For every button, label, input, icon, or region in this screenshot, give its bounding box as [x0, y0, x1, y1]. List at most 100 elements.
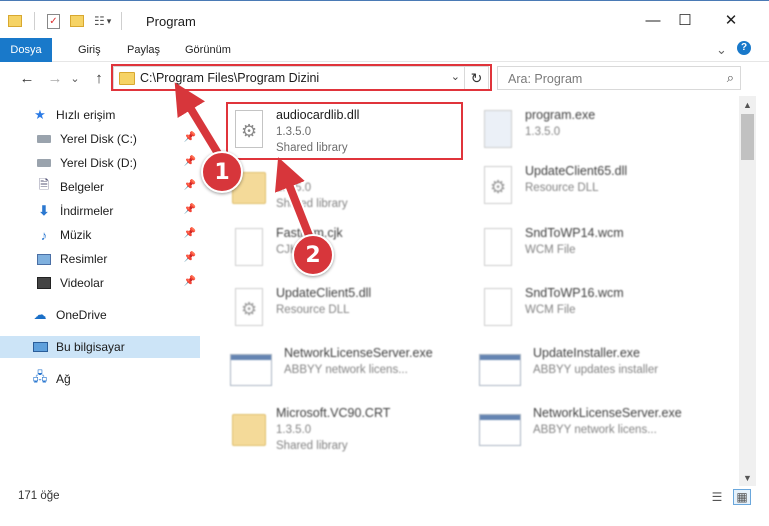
file-item-networklicenseserver[interactable]: NetworkLicenseServer.exe ABBYY network l…: [228, 342, 468, 398]
file-name: UpdateInstaller.exe: [533, 346, 641, 360]
pin-icon: 📌: [183, 276, 196, 287]
network-icon: 🖧: [32, 369, 48, 384]
file-name: UpdateClient5.dll: [276, 286, 372, 300]
up-button[interactable]: ↑: [88, 68, 110, 88]
scroll-up-icon[interactable]: ▲: [739, 96, 756, 113]
file-item-sndtowp16[interactable]: SndToWP16.wcm WCM File: [477, 282, 717, 338]
app-icon: [230, 346, 272, 392]
search-icon[interactable]: ⌕: [727, 70, 734, 86]
sidebar-item-label: Hızlı erişim: [56, 108, 116, 122]
callout-badge-1: 1: [201, 151, 243, 193]
chevron-down-icon[interactable]: ▾: [107, 16, 112, 27]
file-item-updateclient65[interactable]: UpdateClient65.dll Resource DLL: [477, 160, 717, 216]
file-highlight: [226, 102, 463, 160]
file-name: NetworkLicenseServer.exe: [533, 406, 682, 420]
file-name: SndToWP14.wcm: [525, 226, 624, 240]
file-version: 1.3.5.0: [525, 126, 561, 138]
sidebar-item-local-disk-c[interactable]: Yerel Disk (C:) 📌: [0, 128, 200, 150]
dll-icon: [479, 164, 517, 210]
vertical-scrollbar[interactable]: ▲ ▼: [739, 96, 756, 486]
pin-icon: 📌: [183, 156, 196, 167]
pin-icon: 📌: [183, 204, 196, 215]
sidebar-item-label: Bu bilgisayar: [56, 340, 125, 354]
address-highlight: [111, 64, 492, 91]
pin-icon: 📌: [183, 132, 196, 143]
file-item-microsoft-vc90-crt[interactable]: Microsoft.VC90.CRT 1.3.5.0 Shared librar…: [228, 402, 468, 458]
close-button[interactable]: ✕: [708, 5, 754, 35]
sidebar-item-documents[interactable]: 🗎 Belgeler 📌: [0, 176, 200, 198]
file-version: WCM File: [525, 244, 576, 256]
file-icon: [479, 286, 517, 332]
forward-button[interactable]: →: [44, 68, 66, 88]
sidebar-item-local-disk-d[interactable]: Yerel Disk (D:) 📌: [0, 152, 200, 174]
file-version: Resource DLL: [525, 182, 599, 194]
new-folder-icon[interactable]: [70, 15, 84, 27]
tab-home[interactable]: Giriş: [78, 38, 101, 62]
tab-view[interactable]: Görünüm: [185, 38, 231, 62]
folder-icon: [230, 406, 268, 452]
dll-icon: [230, 286, 268, 332]
sidebar-item-videos[interactable]: Videolar 📌: [0, 272, 200, 294]
sidebar-item-label: Yerel Disk (C:): [60, 132, 137, 146]
file-version: 1.3.5.0: [276, 182, 312, 194]
drive-icon: [36, 131, 52, 147]
sidebar-item-this-pc[interactable]: Bu bilgisayar: [0, 336, 200, 358]
file-item-fastlyrm[interactable]: Fastlyrm.cjk CJK File: [228, 222, 468, 278]
file-name: SndToWP16.wcm: [525, 286, 624, 300]
sidebar-item-label: Belgeler: [60, 180, 105, 194]
folder-icon[interactable]: [8, 15, 22, 27]
sidebar-item-downloads[interactable]: ⬇ İndirmeler 📌: [0, 200, 200, 222]
file-name: UpdateClient65.dll: [525, 164, 628, 178]
sidebar-item-label: İndirmeler: [60, 204, 114, 218]
search-input[interactable]: Ara: Program ⌕: [497, 66, 741, 90]
sidebar-item-onedrive[interactable]: ☁ OneDrive: [0, 304, 200, 326]
details-view-icon[interactable]: ☰: [708, 489, 726, 505]
properties-icon[interactable]: ✓: [47, 13, 60, 29]
file-version: Resource DLL: [276, 304, 350, 316]
pin-icon: 📌: [183, 228, 196, 239]
divider: [34, 12, 35, 30]
file-item-program-exe[interactable]: program.exe 1.3.5.0: [477, 104, 717, 160]
file-version: ABBYY network licens...: [284, 364, 408, 376]
file-item-updateclient5[interactable]: UpdateClient5.dll Resource DLL: [228, 282, 468, 338]
customize-icon[interactable]: ☷: [94, 14, 105, 28]
callout-badge-2: 2: [292, 234, 334, 276]
sidebar-item-label: Ağ: [56, 372, 71, 386]
file-version: WCM File: [525, 304, 576, 316]
computer-icon: [32, 339, 48, 355]
back-button[interactable]: ←: [16, 68, 38, 88]
sidebar-item-label: Resimler: [60, 252, 108, 266]
file-version: ABBYY updates installer: [533, 364, 659, 376]
maximize-button[interactable]: ☐: [662, 5, 708, 35]
sidebar-item-pictures[interactable]: Resimler 📌: [0, 248, 200, 270]
downloads-icon: ⬇: [38, 203, 50, 218]
app-icon: [479, 346, 521, 392]
file-item-folder[interactable]: 1.3.5.0 Shared library: [228, 160, 468, 216]
file-item-networklicenseserver-2[interactable]: NetworkLicenseServer.exe ABBYY network l…: [477, 402, 717, 458]
star-icon: ★: [34, 107, 46, 122]
pin-icon: 📌: [183, 252, 196, 263]
help-icon[interactable]: ?: [737, 41, 751, 55]
scroll-down-icon[interactable]: ▼: [739, 469, 756, 486]
cloud-icon: ☁: [33, 307, 47, 322]
title-bar: ✓ ☷ ▾ Program — ☐ ✕: [0, 0, 769, 38]
sidebar-item-music[interactable]: ♪ Müzik 📌: [0, 224, 200, 246]
scroll-thumb[interactable]: [741, 114, 754, 160]
file-item-updateinstaller[interactable]: UpdateInstaller.exe ABBYY updates instal…: [477, 342, 717, 398]
pictures-icon: [36, 251, 52, 267]
documents-icon: 🗎: [38, 177, 50, 192]
ribbon-expand-icon[interactable]: ⌄: [716, 38, 727, 62]
app-icon: [479, 406, 521, 452]
ribbon-tabs: Dosya Giriş Paylaş Görünüm ⌄ ?: [0, 38, 769, 94]
sidebar-item-label: Müzik: [60, 228, 92, 242]
tab-share[interactable]: Paylaş: [127, 38, 160, 62]
file-item-sndtowp14[interactable]: SndToWP14.wcm WCM File: [477, 222, 717, 278]
recent-locations-button[interactable]: ⌄: [68, 68, 82, 88]
drive-icon: [36, 155, 52, 171]
large-icons-view-icon[interactable]: ▦: [733, 489, 751, 505]
sidebar-item-label: Videolar: [60, 276, 104, 290]
status-bar: 171 öğe ☰ ▦: [0, 486, 769, 508]
sidebar-item-quick-access[interactable]: ★ Hızlı erişim: [0, 104, 200, 126]
sidebar-item-network[interactable]: 🖧 Ağ: [0, 368, 200, 390]
exe-icon: [479, 108, 517, 154]
